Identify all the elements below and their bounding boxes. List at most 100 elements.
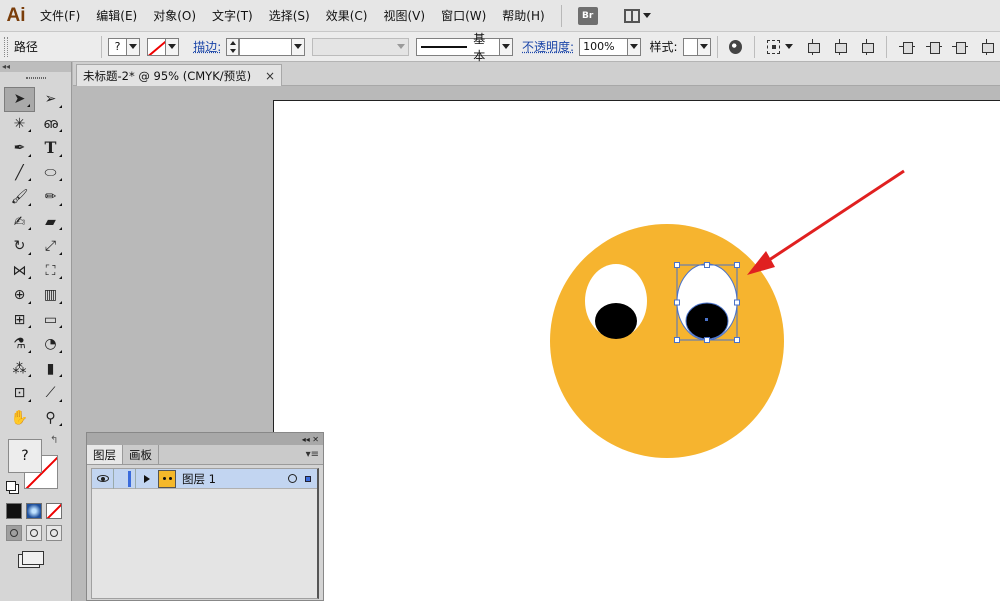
selection-tool[interactable]: ➤ xyxy=(4,87,35,112)
scale-tool[interactable]: ⤢ xyxy=(35,234,66,259)
pencil-tool[interactable]: ✏ xyxy=(35,185,66,210)
target-icon[interactable] xyxy=(288,474,297,483)
selection-handle[interactable] xyxy=(704,262,710,268)
align-vertical-center-icon[interactable] xyxy=(925,39,942,55)
gradient-tool[interactable]: ▭ xyxy=(35,308,66,333)
menu-item[interactable]: 窗口(W) xyxy=(433,0,494,32)
stroke-dropdown[interactable] xyxy=(165,37,179,56)
column-graph-tool[interactable]: ▮ xyxy=(35,357,66,382)
hand-tool[interactable]: ✋ xyxy=(4,406,35,431)
symbol-sprayer-tool[interactable]: ⁂ xyxy=(4,357,35,382)
emoji-face[interactable] xyxy=(550,224,784,458)
tab-layers[interactable]: 图层 xyxy=(87,445,123,464)
type-tool[interactable]: T xyxy=(35,136,66,161)
draw-behind-button[interactable] xyxy=(26,525,42,541)
menu-item[interactable]: 文件(F) xyxy=(32,0,88,32)
opacity-panel-link[interactable]: 不透明度: xyxy=(522,38,574,55)
close-icon[interactable]: × xyxy=(265,69,275,83)
mesh-tool[interactable]: ⊞ xyxy=(4,308,35,333)
selection-handle[interactable] xyxy=(674,337,680,343)
rotate-tool[interactable]: ↻ xyxy=(4,234,35,259)
menu-item[interactable]: 效果(C) xyxy=(318,0,376,32)
paintbrush-tool[interactable]: 🖌 xyxy=(4,185,35,210)
brush-dropdown[interactable] xyxy=(500,37,514,56)
tools-panel-grip[interactable] xyxy=(0,72,71,84)
align-bottom-icon[interactable] xyxy=(952,39,969,55)
blob-brush-tool[interactable]: ✍ xyxy=(4,210,35,235)
free-transform-tool[interactable]: ⛶ xyxy=(35,259,66,284)
magic-wand-tool[interactable]: ✳ xyxy=(4,112,35,137)
menu-item[interactable]: 对象(O) xyxy=(145,0,204,32)
stroke-panel-link[interactable]: 描边: xyxy=(193,38,221,55)
graphic-style-dropdown[interactable] xyxy=(697,37,711,56)
align-right-icon[interactable] xyxy=(859,38,874,55)
screen-mode-icon[interactable] xyxy=(22,551,44,565)
stroke-weight-input[interactable] xyxy=(239,37,292,56)
panel-menu-icon[interactable]: ▾≡ xyxy=(306,449,319,460)
ellipse-tool[interactable]: ⬭ xyxy=(35,161,66,186)
eraser-tool[interactable]: ▰ xyxy=(35,210,66,235)
opacity-input[interactable]: 100% xyxy=(579,37,628,56)
selection-handle[interactable] xyxy=(734,262,740,268)
zoom-tool[interactable]: ⚲ xyxy=(35,406,66,431)
layer-row[interactable]: 图层 1 xyxy=(92,468,317,489)
fill-color-swatch[interactable]: ? xyxy=(108,37,127,56)
menu-item[interactable]: 视图(V) xyxy=(375,0,433,32)
arrange-documents-button[interactable] xyxy=(623,8,651,23)
menu-item[interactable]: 文字(T) xyxy=(204,0,261,32)
blend-tool[interactable]: ◔ xyxy=(35,332,66,357)
swap-fill-stroke-icon[interactable]: ↰ xyxy=(50,435,58,446)
transform-icon[interactable] xyxy=(767,39,781,54)
distribute-icon[interactable] xyxy=(979,38,995,55)
draw-normal-button[interactable] xyxy=(6,525,22,541)
selection-handle[interactable] xyxy=(704,337,710,343)
gradient-mode-button[interactable] xyxy=(26,503,42,519)
artboard-tool[interactable]: ⊡ xyxy=(4,381,35,406)
none-mode-button[interactable] xyxy=(46,503,62,519)
bridge-button[interactable]: Br xyxy=(577,6,598,25)
stroke-weight-spinner[interactable] xyxy=(226,37,240,56)
perspective-grid-tool[interactable]: ▥ xyxy=(35,283,66,308)
stroke-weight-dropdown[interactable] xyxy=(291,37,305,56)
layer-name[interactable]: 图层 1 xyxy=(182,471,288,487)
panel-controls[interactable]: ◂◂ ✕ xyxy=(302,435,319,444)
align-left-icon[interactable] xyxy=(805,38,821,55)
line-segment-tool[interactable]: ╱ xyxy=(4,161,35,186)
menu-item[interactable]: 帮助(H) xyxy=(494,0,552,32)
layers-panel-titlebar[interactable]: ◂◂ ✕ xyxy=(87,433,323,445)
lasso-tool[interactable]: ഌ xyxy=(35,112,66,137)
default-fill-stroke-icon[interactable] xyxy=(6,481,16,491)
fill-dropdown[interactable] xyxy=(126,37,140,56)
stroke-color-swatch[interactable] xyxy=(147,37,166,56)
control-bar-grip[interactable] xyxy=(4,36,8,57)
selection-handle[interactable] xyxy=(674,262,680,268)
chevron-down-icon[interactable] xyxy=(785,44,794,49)
draw-inside-button[interactable] xyxy=(46,525,62,541)
left-pupil[interactable] xyxy=(595,303,637,339)
align-horizontal-center-icon[interactable] xyxy=(832,38,848,55)
direct-selection-tool[interactable]: ➢ xyxy=(35,87,66,112)
selection-indicator-icon[interactable] xyxy=(305,475,311,482)
artboard[interactable] xyxy=(273,100,1000,601)
opacity-dropdown[interactable] xyxy=(627,37,641,56)
width-tool[interactable]: ⋈ xyxy=(4,259,35,284)
fill-box[interactable]: ? xyxy=(8,439,42,473)
menu-item[interactable]: 编辑(E) xyxy=(88,0,145,32)
eyedropper-tool[interactable]: ⚗ xyxy=(4,332,35,357)
tools-panel-collapse-button[interactable]: ◂◂ xyxy=(0,62,71,72)
slice-tool[interactable]: ⟋ xyxy=(35,381,66,406)
align-top-icon[interactable] xyxy=(898,39,915,55)
color-mode-button[interactable] xyxy=(6,503,22,519)
shape-builder-tool[interactable]: ⊕ xyxy=(4,283,35,308)
brush-definition-select[interactable]: 基本 xyxy=(416,32,501,63)
selection-handle[interactable] xyxy=(734,299,740,306)
tab-artboards[interactable]: 画板 xyxy=(123,445,159,464)
document-tab[interactable]: 未标题-2* @ 95% (CMYK/预览) × xyxy=(76,64,282,86)
graphic-style-swatch[interactable] xyxy=(682,37,698,56)
visibility-toggle[interactable] xyxy=(92,468,114,489)
selection-handle[interactable] xyxy=(734,337,740,343)
expand-triangle-icon[interactable] xyxy=(144,474,150,483)
lock-toggle[interactable] xyxy=(114,468,136,489)
pen-tool[interactable]: ✒ xyxy=(4,136,35,161)
selection-handle[interactable] xyxy=(674,299,680,306)
